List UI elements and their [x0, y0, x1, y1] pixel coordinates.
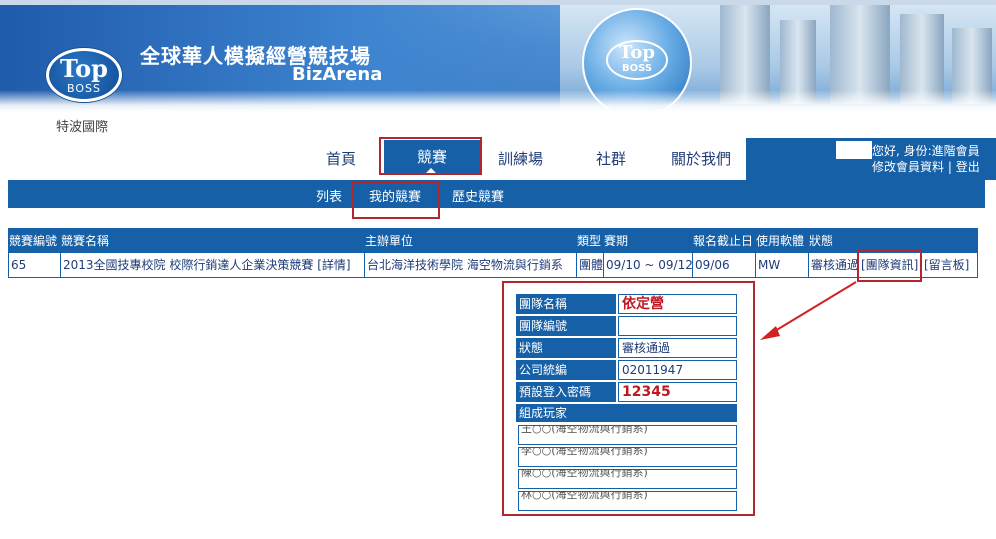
edit-profile-link[interactable]: 修改會員資料 — [872, 160, 944, 174]
team-id-value — [618, 316, 737, 336]
member-item: 陳○○(海空物流與行銷系) — [518, 469, 737, 489]
cell-status: 審核通過 — [809, 253, 859, 277]
header-deadline: 報名截止日 — [693, 234, 754, 248]
nav-highlight-box — [379, 137, 482, 175]
cell-software: MW — [756, 253, 809, 277]
globe-logo-top: Top — [619, 42, 655, 63]
member-name: 王○○(海空物流與行銷系) — [521, 425, 648, 435]
cell-organizer: 台北海洋技術學院 海空物流與行銷系 — [365, 253, 577, 277]
topboss-logo[interactable]: Top BOSS — [46, 48, 122, 102]
site-subtitle: BizArena — [292, 64, 383, 85]
annotation-arrow-icon — [760, 281, 857, 340]
competition-name: 2013全國技專校院 校際行銷達人企業決策競賽 — [63, 258, 314, 272]
member-item: 林○○(海空物流與行銷系) — [518, 491, 737, 511]
header-period: 賽期 — [604, 234, 629, 248]
building — [830, 0, 890, 104]
user-link-separator: | — [947, 160, 952, 174]
subnav-history[interactable]: 歷史競賽 — [452, 186, 504, 205]
header-status: 狀態 — [809, 234, 834, 248]
company-tax-id-value: 02011947 — [618, 360, 737, 380]
nav-community[interactable]: 社群 — [596, 148, 626, 169]
subnav-highlight-box — [352, 181, 440, 219]
team-id-label: 團隊編號 — [516, 316, 616, 336]
member-name: 李○○(海空物流與行銷系) — [521, 447, 648, 457]
detail-link[interactable]: [詳情] — [317, 258, 350, 272]
header-organizer: 主辦單位 — [365, 234, 414, 248]
user-name-box — [836, 141, 872, 159]
team-status-value: 審核通過 — [618, 338, 737, 358]
member-item: 王○○(海空物流與行銷系) — [518, 425, 737, 445]
member-name: 陳○○(海空物流與行銷系) — [521, 469, 648, 479]
team-name-label: 團隊名稱 — [516, 294, 616, 314]
banner-top-border — [0, 0, 996, 5]
globe-logo: Top BOSS — [606, 40, 668, 80]
nav-training[interactable]: 訓練場 — [498, 148, 543, 169]
building — [720, 4, 770, 104]
message-board-link[interactable]: [留言板] — [922, 253, 979, 277]
subnav-list[interactable]: 列表 — [316, 186, 342, 205]
default-password-label: 預設登入密碼 — [516, 382, 616, 402]
team-id-row: 團隊編號 — [516, 316, 737, 336]
team-status-label: 狀態 — [516, 338, 616, 358]
header-type: 類型 — [577, 234, 602, 248]
user-links: 修改會員資料 | 登出 — [872, 158, 980, 175]
company-name: 特波國際 — [56, 120, 109, 135]
default-password-row: 預設登入密碼 12345 — [516, 382, 737, 402]
cell-name: 2013全國技專校院 校際行銷達人企業決策競賽 [詳情] — [61, 253, 365, 277]
banner-swoosh — [0, 90, 996, 112]
nav-home[interactable]: 首頁 — [326, 148, 356, 169]
team-info-highlight-box — [857, 250, 922, 282]
header-software: 使用軟體 — [756, 234, 805, 248]
members-header: 組成玩家 — [516, 404, 737, 422]
logo-top-text: Top — [60, 54, 108, 83]
globe-logo-boss: BOSS — [621, 63, 653, 74]
table-header: 競賽編號 競賽名稱 主辦單位 類型 賽期 報名截止日 使用軟體 狀態 — [9, 229, 977, 253]
cell-deadline: 09/06 — [693, 253, 756, 277]
competition-table: 競賽編號 競賽名稱 主辦單位 類型 賽期 報名截止日 使用軟體 狀態 65 20… — [8, 228, 978, 278]
team-status-row: 狀態 審核通過 — [516, 338, 737, 358]
user-greeting: 您好, 身份:進階會員 — [872, 144, 980, 158]
header-name: 競賽名稱 — [61, 234, 110, 248]
team-name-value: 依定營 — [618, 294, 737, 314]
cell-type: 團體 — [577, 253, 604, 277]
default-password-value: 12345 — [618, 382, 737, 402]
header-banner: Top BOSS 全球華人模擬經營競技場 BizArena — [0, 0, 996, 112]
table-row: 65 2013全國技專校院 校際行銷達人企業決策競賽 [詳情] 台北海洋技術學院… — [9, 253, 977, 277]
cell-period: 09/10 ~ 09/12 — [604, 253, 693, 277]
member-name: 林○○(海空物流與行銷系) — [521, 491, 648, 501]
logo-boss-text: BOSS — [67, 82, 101, 95]
team-name-row: 團隊名稱 依定營 — [516, 294, 737, 314]
header-id: 競賽編號 — [9, 234, 58, 248]
logout-link[interactable]: 登出 — [956, 160, 980, 174]
member-item: 李○○(海空物流與行銷系) — [518, 447, 737, 467]
company-tax-id-row: 公司統編 02011947 — [516, 360, 737, 380]
cell-id: 65 — [9, 253, 61, 277]
nav-about[interactable]: 關於我們 — [671, 148, 731, 169]
company-tax-id-label: 公司統編 — [516, 360, 616, 380]
